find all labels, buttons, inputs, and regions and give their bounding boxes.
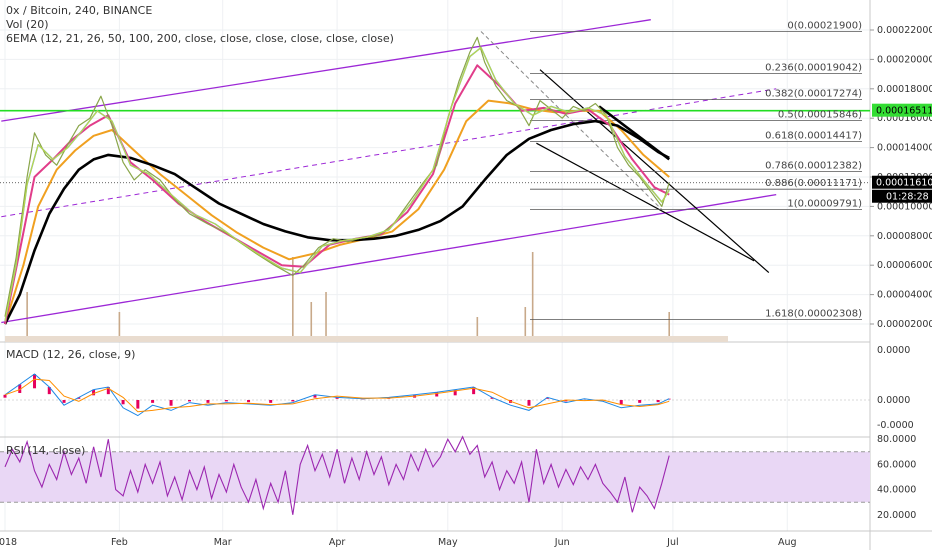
macd-hist-bar [62, 400, 66, 403]
ema-label: 6EMA (12, 21, 26, 50, 100, 200, close, c… [6, 32, 394, 45]
current-price-value: 0.00011610 [876, 178, 932, 189]
time-tick-label: Aug [778, 537, 797, 548]
price-tick-label: 0.00008000 [877, 231, 932, 242]
volume-bar [531, 252, 534, 342]
macd-hist-bar [247, 400, 251, 403]
macd-hist-bar [291, 400, 295, 402]
time-tick-label: May [438, 537, 458, 548]
volume-label: Vol (20) [6, 18, 49, 31]
price-tick-label: 0.00010000 [877, 201, 932, 212]
time-tick-label: Feb [111, 537, 128, 548]
macd-label: MACD (12, 26, close, 9) [6, 348, 135, 361]
macd-hist-bar [151, 400, 155, 403]
fib-level-label: 0.5(0.00015846) [778, 109, 862, 120]
rsi-tick-label: 40.0000 [877, 485, 916, 496]
chart-title: 0x / Bitcoin, 240, BINANCE [6, 4, 152, 17]
fib-level-label: 0.618(0.00014417) [765, 130, 862, 141]
support-level-value: 0.00016511 [876, 106, 932, 117]
macd-hist-bar [3, 394, 7, 398]
time-tick-label: Mar [214, 537, 232, 548]
macd-hist-bar [656, 400, 660, 403]
macd-tick-label: -0.0000 [877, 420, 914, 431]
macd-hist-bar [33, 374, 37, 389]
fib-level-label: 0.382(0.00017274) [765, 88, 862, 99]
price-tick-label: 0.00020000 [877, 54, 932, 65]
macd-hist-bar [169, 400, 173, 406]
fib-level-label: 1(0.00009791) [787, 198, 862, 209]
macd-hist-bar [206, 400, 210, 403]
rsi-tick-label: 60.0000 [877, 459, 916, 470]
fib-level-label: 0(0.00021900) [787, 20, 862, 31]
price-tick-label: 0.00018000 [877, 84, 932, 95]
price-tick-label: 0.00002000 [877, 319, 932, 330]
volume-baseline [5, 336, 728, 342]
volume-bar [292, 257, 294, 342]
macd-hist-bar [224, 400, 228, 402]
rsi-band [0, 451, 870, 503]
macd-hist-bar [269, 400, 273, 403]
fib-level-label: 1.618(0.00002308) [765, 308, 862, 319]
fib-level-label: 0.886(0.00011171) [765, 178, 862, 189]
volume-bar [325, 292, 327, 342]
countdown-value: 01:28:28 [886, 192, 929, 203]
fib-level-label: 0.786(0.00012382) [765, 160, 862, 171]
rsi-tick-label: 20.0000 [877, 510, 916, 521]
macd-hist-bar [619, 400, 623, 405]
price-tick-label: 0.00014000 [877, 143, 932, 154]
time-tick-label: Jun [554, 537, 570, 548]
volume-bar [26, 292, 28, 342]
time-tick-label: Apr [329, 537, 346, 548]
fib-level-label: 0.236(0.00019042) [765, 62, 862, 73]
macd-tick-label: 0.0000 [877, 345, 910, 356]
price-tick-label: 0.00022000 [877, 25, 932, 36]
macd-hist-bar [527, 400, 531, 406]
price-tick-label: 0.00006000 [877, 260, 932, 271]
price-tick-label: 0.00004000 [877, 290, 932, 301]
macd-hist-bar [638, 400, 642, 403]
trading-chart: 0(0.00021900) 0.236(0.00019042) 0.382(0.00… [0, 0, 932, 550]
time-tick-label: Jul [666, 537, 678, 548]
rsi-tick-label: 80.0000 [877, 434, 916, 445]
time-tick-label: 2018 [0, 537, 17, 548]
rsi-label: RSI (14, close) [6, 444, 85, 457]
macd-hist-bar [136, 400, 140, 409]
macd-tick-label: 0.0000 [877, 395, 910, 406]
macd-hist-bar [188, 400, 191, 402]
macd-hist-bar [121, 400, 125, 405]
